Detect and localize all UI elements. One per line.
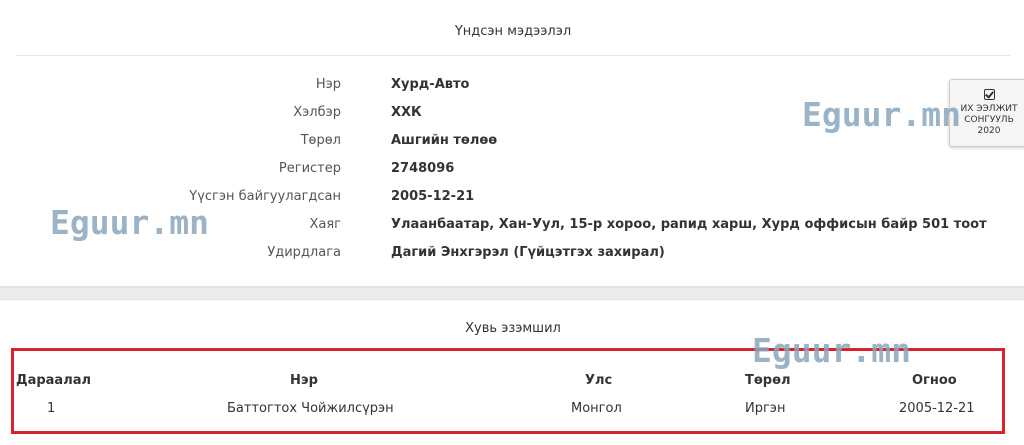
election-button-line: ИХ ЭЭЛЖИТ <box>960 104 1018 114</box>
info-value: Дагий Энхгэрэл (Гүйцэтгэх захирал) <box>391 245 665 260</box>
watermark-logo: Eguur.mn <box>50 203 209 242</box>
column-header-name: Нэр <box>290 373 318 388</box>
cell-order: 1 <box>47 401 56 416</box>
info-row-name: Нэр Хурд-Авто <box>0 75 1024 95</box>
watermark-logo: Eguur.mn <box>802 95 961 134</box>
info-label: Удирдлага <box>267 245 341 260</box>
election-button-year: 2020 <box>977 126 1001 136</box>
info-row-type: Төрөл Ашгийн төлөө <box>0 131 1024 151</box>
info-label: Хэлбэр <box>293 105 341 120</box>
cell-date: 2005-12-21 <box>899 401 975 416</box>
column-header-country: Улс <box>585 373 613 388</box>
info-label: Нэр <box>315 77 341 92</box>
cell-country: Монгол <box>571 401 622 416</box>
info-label: Үүсгэн байгуулагдсан <box>189 189 341 204</box>
info-value: Ашгийн төлөө <box>391 133 498 148</box>
election-button-line: СОНГУУЛЬ <box>964 115 1014 125</box>
column-header-date: Огноо <box>912 373 957 388</box>
info-label: Регистер <box>278 161 341 176</box>
info-value: Хурд-Авто <box>391 77 470 92</box>
watermark-logo: Eguur.mn <box>752 331 911 370</box>
info-value: 2005-12-21 <box>391 189 475 204</box>
basic-info-title: Үндсэн мэдээлэл <box>454 24 572 39</box>
column-header-order: Дараалал <box>16 373 92 388</box>
cell-type: Иргэн <box>745 401 786 416</box>
column-header-type: Төрөл <box>745 373 791 388</box>
info-row-register: Регистер 2748096 <box>0 159 1024 179</box>
info-value: Улаанбаатар, Хан-Уул, 15-р хороо, рапид … <box>391 217 987 232</box>
basic-info-card: Үндсэн мэдээлэл Нэр Хурд-Авто Хэлбэр ХХК… <box>0 0 1024 287</box>
info-label: Төрөл <box>300 133 341 148</box>
info-value: 2748096 <box>391 161 455 176</box>
cell-name: Баттогтох Чойжилсүрэн <box>227 401 394 416</box>
info-value: ХХК <box>391 105 422 120</box>
info-row-management: Удирдлага Дагий Энхгэрэл (Гүйцэтгэх захи… <box>0 243 1024 263</box>
info-label: Хаяг <box>309 217 341 232</box>
check-square-icon <box>983 89 995 100</box>
basic-info-divider <box>16 55 1010 56</box>
